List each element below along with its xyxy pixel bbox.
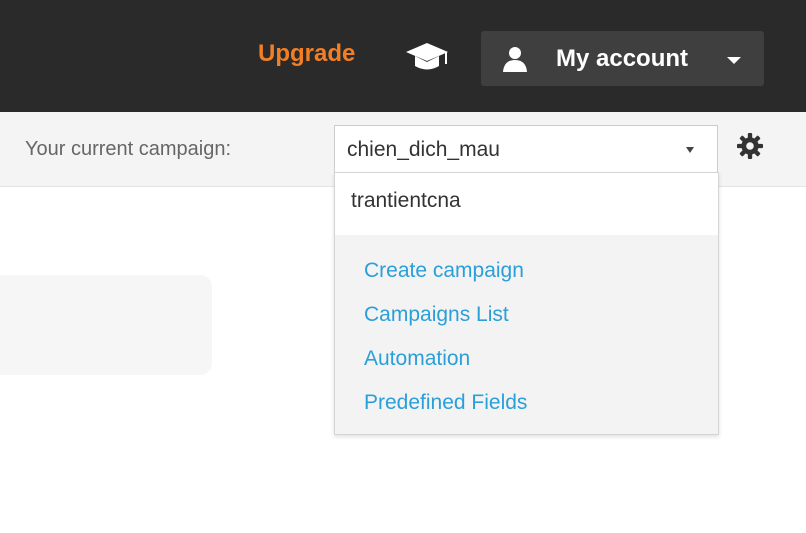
user-icon bbox=[503, 47, 527, 72]
campaign-select[interactable]: chien_dich_mau bbox=[334, 125, 718, 173]
campaign-dropdown: trantientcna Create campaign Campaigns L… bbox=[334, 172, 719, 435]
current-campaign-label: Your current campaign: bbox=[25, 138, 232, 160]
upgrade-link[interactable]: Upgrade bbox=[258, 40, 355, 68]
top-navbar: Upgrade My account bbox=[0, 0, 806, 112]
campaigns-list-link[interactable]: Campaigns List bbox=[364, 303, 527, 347]
my-account-button[interactable]: My account bbox=[481, 31, 764, 86]
content-panel bbox=[0, 275, 212, 375]
caret-down-icon bbox=[727, 57, 741, 64]
my-account-label: My account bbox=[556, 45, 689, 72]
gear-icon[interactable] bbox=[737, 133, 763, 159]
create-campaign-link[interactable]: Create campaign bbox=[364, 259, 527, 303]
graduation-cap-icon[interactable] bbox=[405, 39, 449, 73]
automation-link[interactable]: Automation bbox=[364, 347, 527, 391]
campaign-option-label: trantientcna bbox=[351, 189, 461, 212]
select-arrow-icon bbox=[686, 147, 694, 153]
campaign-links: Create campaign Campaigns List Automatio… bbox=[364, 259, 527, 435]
campaign-option[interactable]: trantientcna bbox=[335, 173, 718, 235]
predefined-fields-link[interactable]: Predefined Fields bbox=[364, 391, 527, 435]
campaign-select-value: chien_dich_mau bbox=[347, 138, 500, 161]
